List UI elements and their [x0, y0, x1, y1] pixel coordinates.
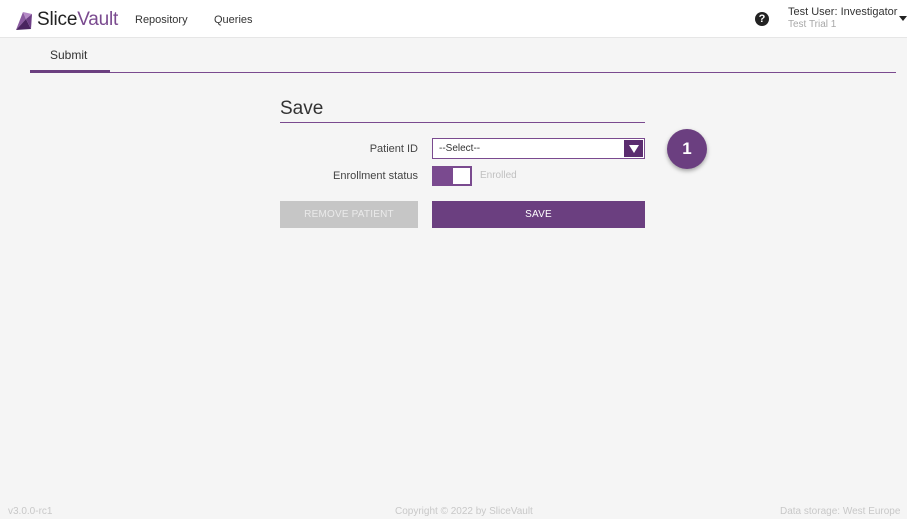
patient-id-value: --Select-- [439, 143, 481, 154]
enrollment-status-text: Enrolled [480, 170, 517, 181]
title-divider [280, 122, 645, 123]
enrollment-toggle[interactable] [432, 166, 472, 186]
tab-submit[interactable]: Submit [30, 46, 110, 73]
page-title: Save [280, 98, 324, 119]
footer-copyright: Copyright © 2022 by SliceVault [395, 506, 533, 517]
app-logo[interactable]: SliceVault [14, 8, 118, 32]
chevron-down-icon[interactable] [899, 16, 907, 21]
footer-version: v3.0.0-rc1 [8, 506, 53, 517]
top-bar: SliceVault Repository Queries ? Test Use… [0, 0, 907, 38]
enrollment-status-label: Enrollment status [333, 170, 418, 182]
nav-queries[interactable]: Queries [214, 14, 253, 26]
help-icon[interactable]: ? [755, 12, 769, 26]
step-badge: 1 [667, 129, 707, 169]
remove-patient-button[interactable]: REMOVE PATIENT [280, 201, 418, 228]
toggle-knob [453, 168, 470, 184]
patient-id-label: Patient ID [369, 143, 418, 155]
triangle-down-icon[interactable] [624, 140, 643, 157]
nav-repository[interactable]: Repository [135, 14, 188, 26]
user-name[interactable]: Test User: Investigator [788, 6, 897, 18]
tab-divider [30, 72, 896, 73]
patient-id-select[interactable]: --Select-- [432, 138, 645, 159]
user-trial: Test Trial 1 [788, 19, 837, 30]
app-title: SliceVault [37, 9, 119, 30]
footer-storage: Data storage: West Europe [780, 506, 901, 517]
slicevault-logo-icon [16, 11, 32, 30]
save-button[interactable]: SAVE [432, 201, 645, 228]
